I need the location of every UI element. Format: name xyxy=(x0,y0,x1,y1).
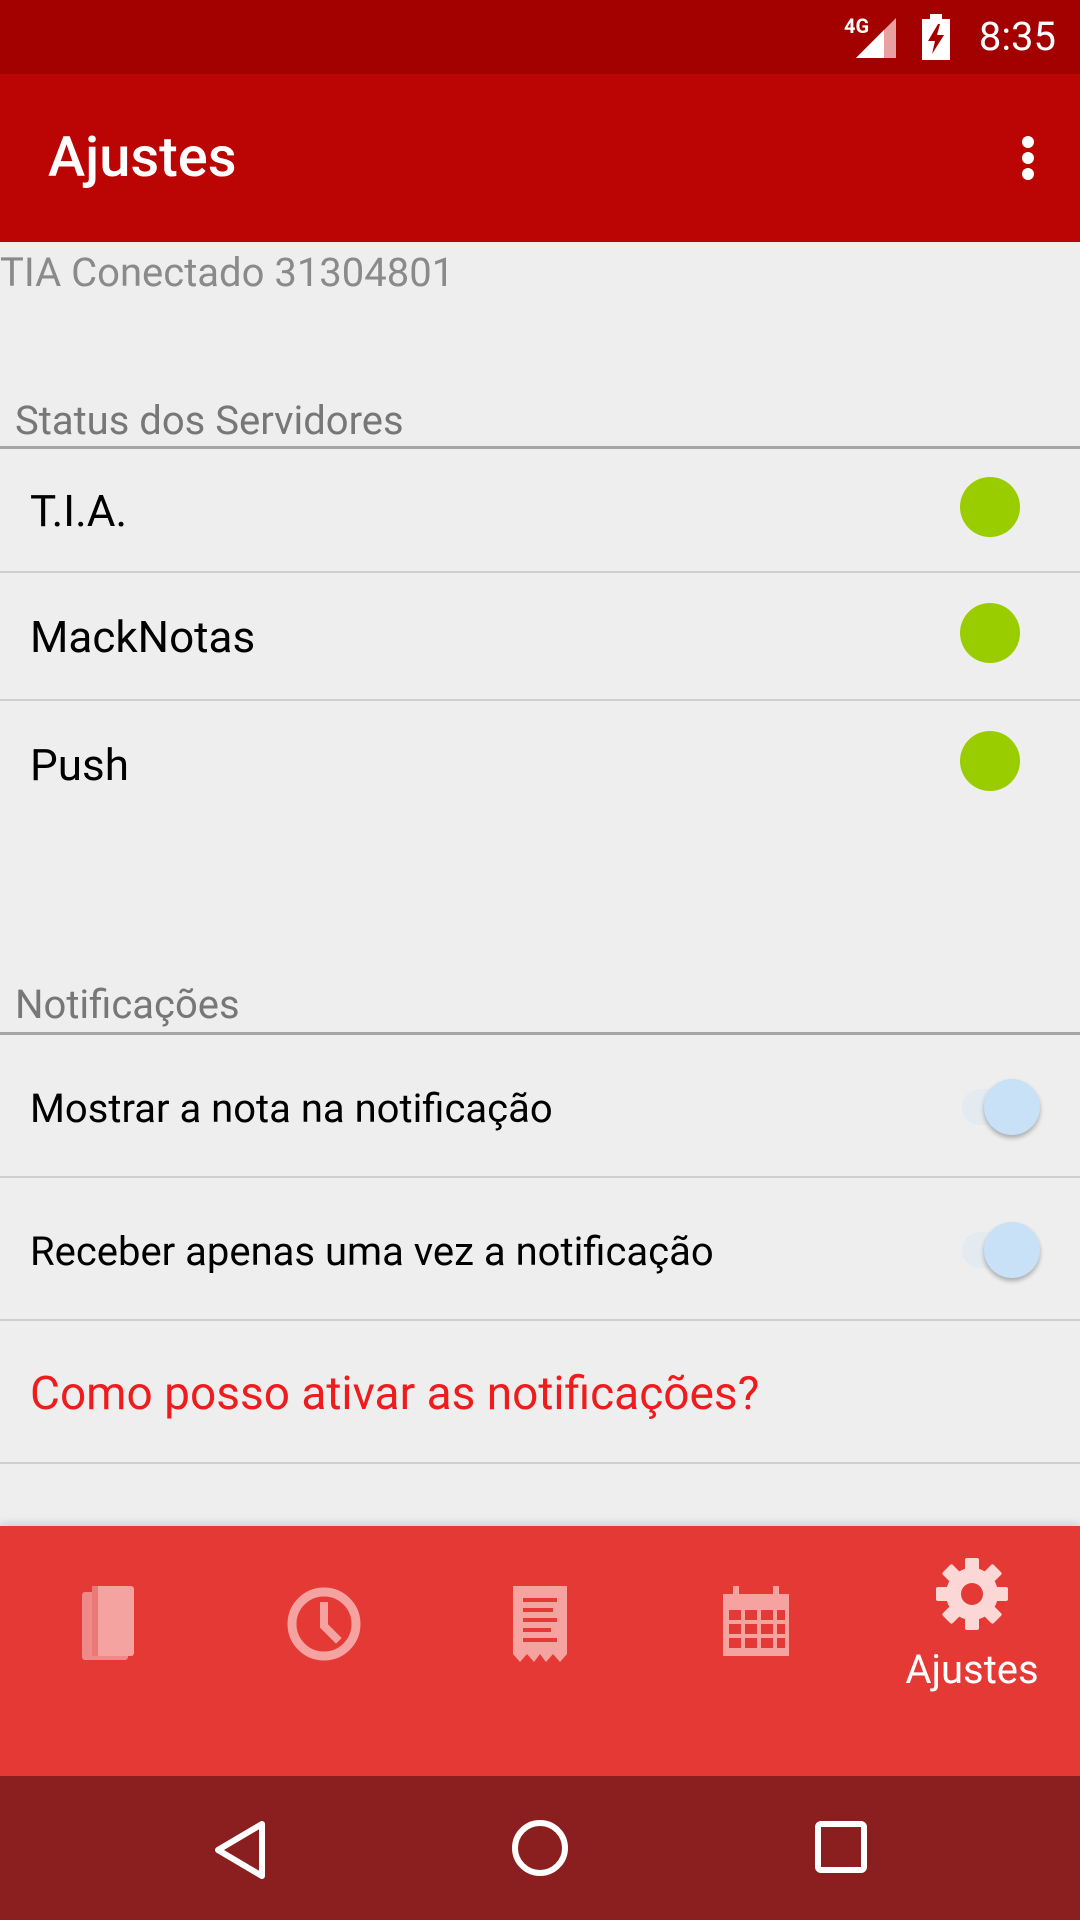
connection-status-text: TIA Conectado 31304801 xyxy=(0,249,455,296)
server-status-header: Status dos Servidores xyxy=(15,397,404,444)
toggle-label: Mostrar a nota na notificação xyxy=(30,1085,553,1132)
nav-item-grades[interactable] xyxy=(432,1526,648,1776)
toggle-row-receive-once[interactable]: Receber apenas uma vez a notificação xyxy=(0,1178,1080,1321)
page-title: Ajustes xyxy=(48,124,237,190)
nav-item-calendar[interactable] xyxy=(648,1526,864,1776)
signal-icon xyxy=(856,18,896,58)
toggle-row-show-grade[interactable]: Mostrar a nota na notificação xyxy=(0,1035,1080,1178)
nav-item-books[interactable] xyxy=(0,1526,216,1776)
status-bar: 4G 8:35 xyxy=(0,0,1080,74)
status-indicator xyxy=(960,477,1020,537)
clock-time: 8:35 xyxy=(978,13,1056,60)
nav-item-settings[interactable]: Ajustes xyxy=(864,1526,1080,1776)
home-icon[interactable] xyxy=(510,1818,570,1878)
server-row-push: Push xyxy=(0,701,1080,827)
server-row-macknotas: MackNotas xyxy=(0,573,1080,701)
toggle-label: Receber apenas uma vez a notificação xyxy=(30,1228,714,1275)
server-label: T.I.A. xyxy=(30,485,128,537)
bottom-navigation: Ajustes xyxy=(0,1526,1080,1776)
battery-charging-icon xyxy=(922,14,950,60)
status-indicator xyxy=(960,603,1020,663)
clock-icon xyxy=(287,1587,361,1661)
switch-knob[interactable] xyxy=(984,1222,1040,1278)
more-vert-icon[interactable] xyxy=(1004,134,1052,182)
switch-knob[interactable] xyxy=(984,1079,1040,1135)
calendar-icon xyxy=(723,1586,789,1656)
server-row-tia: T.I.A. xyxy=(0,449,1080,573)
server-label: Push xyxy=(30,739,129,791)
system-navigation-bar xyxy=(0,1776,1080,1920)
notification-help-link[interactable]: Como posso ativar as notificações? xyxy=(30,1367,759,1421)
nav-label: Ajustes xyxy=(905,1646,1039,1693)
gear-icon xyxy=(936,1558,1008,1630)
help-link-row[interactable]: Como posso ativar as notificações? xyxy=(0,1321,1080,1464)
receipt-icon xyxy=(513,1586,567,1662)
back-icon[interactable] xyxy=(212,1820,268,1880)
server-label: MackNotas xyxy=(30,611,256,663)
book-icon xyxy=(82,1586,134,1660)
notifications-header: Notificações xyxy=(15,981,240,1028)
status-indicator xyxy=(960,731,1020,791)
app-bar: Ajustes xyxy=(0,74,1080,242)
nav-item-schedule[interactable] xyxy=(216,1526,432,1776)
recents-icon[interactable] xyxy=(814,1820,868,1874)
